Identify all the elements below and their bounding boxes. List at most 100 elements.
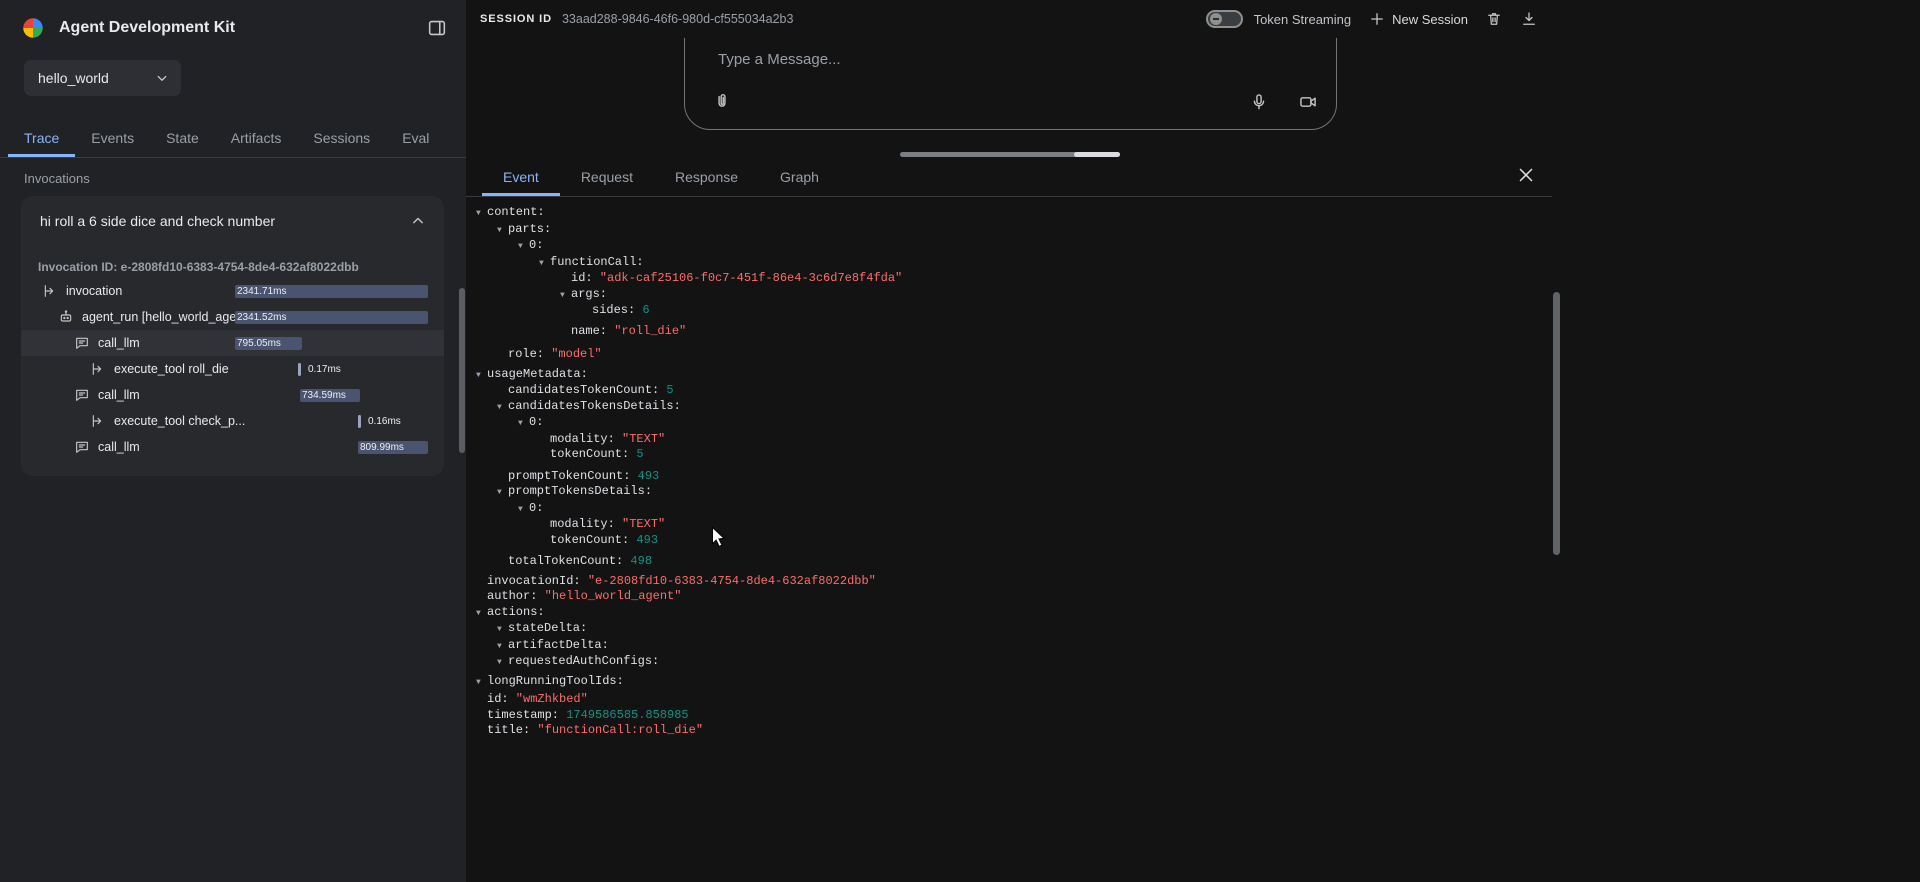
- json-line[interactable]: ▼functionCall:: [476, 255, 1552, 272]
- json-value: 493: [629, 533, 658, 547]
- json-line[interactable]: ▼parts:: [476, 222, 1552, 239]
- json-line[interactable]: ▼candidatesTokensDetails:: [476, 399, 1552, 416]
- json-line: id: "wmZhkbed": [476, 692, 1552, 708]
- video-camera-icon[interactable]: [1298, 92, 1318, 112]
- chevron-up-icon[interactable]: [408, 211, 428, 231]
- json-value: "functionCall:roll_die": [530, 723, 703, 737]
- trace-row[interactable]: execute_tool roll_die 0.17ms: [21, 356, 444, 382]
- sidebar-tab-eval[interactable]: Eval: [386, 118, 445, 157]
- horizontal-scrollbar[interactable]: [900, 152, 1120, 157]
- plus-icon: [1368, 10, 1386, 28]
- message-input-box[interactable]: Type a Message...: [684, 38, 1337, 130]
- json-line[interactable]: ▼requestedAuthConfigs:: [476, 654, 1552, 671]
- json-line[interactable]: ▼stateDelta:: [476, 621, 1552, 638]
- trace-duration-label: 809.99ms: [360, 442, 404, 453]
- json-toggle-arrow-icon[interactable]: ▼: [497, 400, 508, 416]
- json-line: modality: "TEXT": [476, 517, 1552, 533]
- token-streaming-toggle[interactable]: [1206, 10, 1243, 28]
- json-line[interactable]: ▼actions:: [476, 605, 1552, 622]
- json-key: actions:: [487, 605, 545, 619]
- json-toggle-arrow-icon[interactable]: ▼: [476, 368, 487, 384]
- json-toggle-arrow-icon[interactable]: ▼: [497, 485, 508, 501]
- json-key: args:: [571, 287, 607, 301]
- json-toggle-arrow-icon[interactable]: ▼: [560, 288, 571, 304]
- detail-tab-event[interactable]: Event: [482, 158, 560, 196]
- json-toggle-arrow-icon[interactable]: ▼: [539, 256, 550, 272]
- json-key: promptTokenCount:: [508, 469, 630, 483]
- trace-duration-label: 0.17ms: [308, 364, 341, 375]
- json-line[interactable]: ▼args:: [476, 287, 1552, 304]
- json-key: content:: [487, 205, 545, 219]
- json-line[interactable]: ▼promptTokensDetails:: [476, 484, 1552, 501]
- json-toggle-arrow-icon[interactable]: ▼: [497, 639, 508, 655]
- trace-row[interactable]: execute_tool check_p...0.16ms: [21, 408, 444, 434]
- json-key: author:: [487, 589, 537, 603]
- json-key: role:: [508, 347, 544, 361]
- json-line[interactable]: ▼artifactDelta:: [476, 638, 1552, 655]
- detail-tab-request[interactable]: Request: [560, 158, 654, 196]
- json-toggle-arrow-icon[interactable]: ▼: [518, 416, 529, 432]
- main-panel: SESSION ID 33aad288-9846-46f6-980d-cf555…: [466, 0, 1552, 882]
- microphone-icon[interactable]: [1249, 92, 1269, 112]
- json-line[interactable]: ▼0:: [476, 238, 1552, 255]
- json-value: "wmZhkbed": [509, 692, 588, 706]
- tool-icon: [90, 361, 106, 377]
- trace-span-label: agent_run [hello_world_agent]: [82, 310, 250, 324]
- adk-logo-icon: [20, 15, 46, 41]
- sidebar-tabs: TraceEventsStateArtifactsSessionsEval: [0, 118, 466, 158]
- export-session-icon[interactable]: [1520, 10, 1538, 28]
- trace-row[interactable]: call_llm734.59ms: [21, 382, 444, 408]
- attach-file-icon[interactable]: [712, 92, 732, 112]
- sidebar-tab-trace[interactable]: Trace: [8, 118, 75, 157]
- horizontal-scrollbar-thumb[interactable]: [1074, 152, 1120, 157]
- message-input-placeholder: Type a Message...: [718, 51, 841, 68]
- invocation-card-header[interactable]: hi roll a 6 side dice and check number: [21, 196, 444, 231]
- chevron-down-icon: [153, 69, 171, 87]
- trace-span-label: execute_tool check_p...: [114, 414, 245, 428]
- json-line[interactable]: ▼usageMetadata:: [476, 367, 1552, 384]
- sidebar-scrollbar[interactable]: [459, 288, 465, 453]
- json-line[interactable]: ▼content:: [476, 205, 1552, 222]
- collapse-panel-icon[interactable]: [426, 17, 448, 39]
- json-toggle-arrow-icon[interactable]: ▼: [497, 655, 508, 671]
- json-toggle-arrow-icon[interactable]: ▼: [497, 223, 508, 239]
- json-key: requestedAuthConfigs:: [508, 654, 659, 668]
- json-value: 5: [629, 447, 643, 461]
- token-streaming-label: Token Streaming: [1254, 12, 1352, 27]
- json-toggle-arrow-icon[interactable]: ▼: [518, 239, 529, 255]
- new-session-button[interactable]: New Session: [1368, 10, 1468, 28]
- json-value: "TEXT": [615, 517, 665, 531]
- json-toggle-arrow-icon[interactable]: ▼: [476, 206, 487, 222]
- close-panel-icon[interactable]: [1515, 164, 1537, 186]
- vertical-scrollbar-thumb[interactable]: [1553, 292, 1560, 555]
- trace-row[interactable]: invocation2341.71ms: [21, 278, 444, 304]
- sidebar-tab-state[interactable]: State: [150, 118, 215, 157]
- json-line[interactable]: ▼0:: [476, 501, 1552, 518]
- delete-session-icon[interactable]: [1485, 10, 1503, 28]
- trace-span-label: call_llm: [98, 336, 140, 350]
- sidebar-tab-sessions[interactable]: Sessions: [297, 118, 386, 157]
- trace-row[interactable]: agent_run [hello_world_agent]2341.52ms: [21, 304, 444, 330]
- json-key: functionCall:: [550, 255, 644, 269]
- sidebar-tab-events[interactable]: Events: [75, 118, 150, 157]
- trace-rows: invocation2341.71msagent_run [hello_worl…: [21, 278, 444, 460]
- vertical-scrollbar[interactable]: [1552, 0, 1561, 882]
- trace-row[interactable]: call_llm809.99ms: [21, 434, 444, 460]
- app-title: Agent Development Kit: [59, 19, 235, 37]
- json-toggle-arrow-icon[interactable]: ▼: [476, 606, 487, 622]
- json-toggle-arrow-icon[interactable]: ▼: [497, 622, 508, 638]
- detail-tab-graph[interactable]: Graph: [759, 158, 840, 196]
- sidebar-tab-artifacts[interactable]: Artifacts: [215, 118, 298, 157]
- agent-select-value: hello_world: [38, 70, 109, 86]
- app-window: Agent Development Kit hello_world TraceE…: [0, 0, 1920, 882]
- json-line[interactable]: ▼0:: [476, 415, 1552, 432]
- detail-tab-response[interactable]: Response: [654, 158, 759, 196]
- trace-row[interactable]: call_llm795.05ms: [21, 330, 444, 356]
- agent-select[interactable]: hello_world: [24, 60, 181, 96]
- trace-span-label: execute_tool roll_die: [114, 362, 229, 376]
- json-toggle-arrow-icon[interactable]: ▼: [518, 502, 529, 518]
- json-toggle-arrow-icon[interactable]: ▼: [476, 675, 487, 691]
- json-key: modality:: [550, 432, 615, 446]
- json-line[interactable]: ▼longRunningToolIds:: [476, 674, 1552, 691]
- json-key: 0:: [529, 415, 543, 429]
